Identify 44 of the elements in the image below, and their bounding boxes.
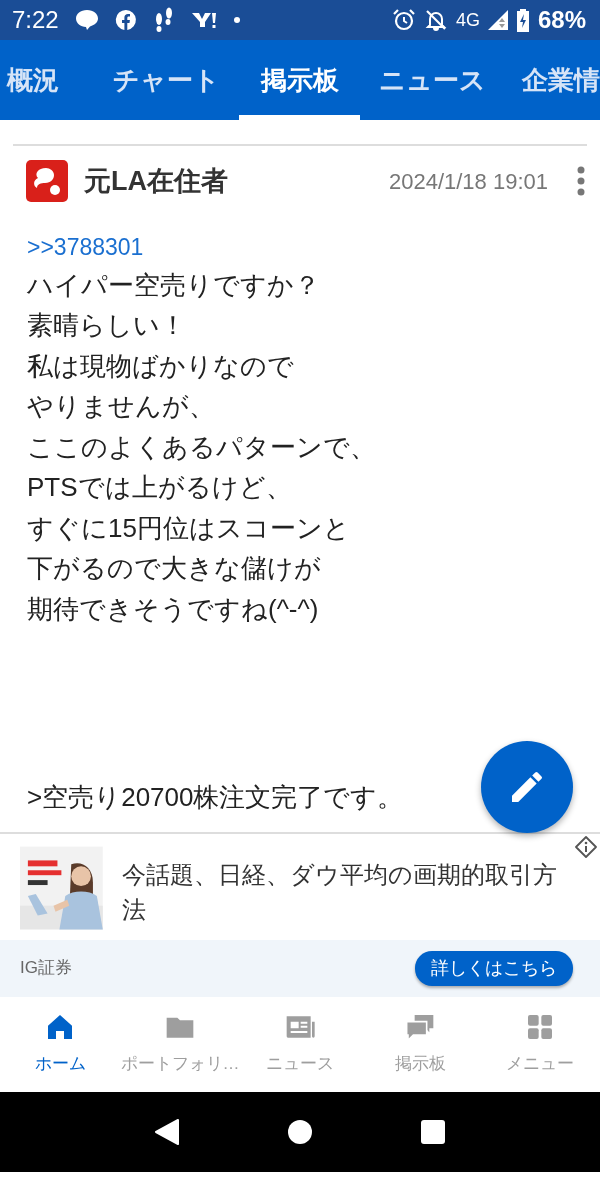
nav-item[interactable]: メニュー xyxy=(480,996,600,1092)
compose-button[interactable] xyxy=(481,741,573,833)
tab[interactable]: ニュース xyxy=(366,40,500,120)
facebook-icon xyxy=(114,9,137,31)
nav-item[interactable]: ポートフォリ… xyxy=(120,996,240,1092)
post-text-line: 素晴らしい！ xyxy=(27,309,187,342)
post-text-line: 期待できそうですね(^-^) xyxy=(27,592,320,626)
post-text-line: ここのよくあるパターンで、 xyxy=(27,430,377,464)
post-text-line: PTSでは上がるけど、 xyxy=(27,471,293,504)
post-text-line: ハイパー空売りですか？ xyxy=(27,268,321,302)
post-text-line: 下がるので大きな儲けが xyxy=(27,552,322,585)
post-date: 2024/1/18 19:01 xyxy=(388,167,548,196)
nav-item[interactable]: ニュース xyxy=(240,996,360,1092)
more-options-icon[interactable] xyxy=(576,166,586,196)
dot-icon xyxy=(232,16,241,24)
chat-bubble-icon xyxy=(74,9,99,31)
author-name: 元LA在住者 xyxy=(84,164,228,198)
sponsor-name: IG証券 xyxy=(20,957,72,980)
tab[interactable]: 概況 xyxy=(0,40,100,120)
muted-bell-icon xyxy=(423,8,448,32)
tab[interactable]: 掲示板 xyxy=(233,40,367,120)
reply-link[interactable]: >>3788301 xyxy=(27,234,144,260)
battery-text: 68% xyxy=(537,5,586,35)
info-icon xyxy=(575,835,597,858)
alarm-icon xyxy=(391,8,416,32)
post-text-line: すぐに15円位はスコーンと xyxy=(27,511,351,545)
back-button[interactable] xyxy=(154,1117,180,1146)
tab[interactable]: 企業情 xyxy=(499,40,600,120)
clock-text: 7:22 xyxy=(12,5,59,35)
tab[interactable]: チャート xyxy=(99,40,233,120)
home-button[interactable] xyxy=(287,1118,313,1145)
nav-item[interactable]: ホーム xyxy=(0,996,120,1092)
network-text: 4G xyxy=(455,8,480,32)
quoted-text: >空売り20700株注文完了です。 xyxy=(27,781,404,814)
signal-icon xyxy=(487,9,508,31)
battery-icon xyxy=(515,8,530,32)
avatar-icon xyxy=(26,160,68,202)
details-button[interactable]: 詳しくはこちら xyxy=(415,950,573,986)
nav-item[interactable]: 掲示板 xyxy=(360,996,480,1092)
exclamation-logo-icon xyxy=(190,11,217,29)
ad-headline[interactable]: 今話題、日経、ダウ平均の画期的取引方法 xyxy=(121,856,580,927)
post-text-line: 私は現物ばかりなので xyxy=(27,349,295,383)
recents-button[interactable] xyxy=(420,1118,446,1145)
post-text-line: やりませんが、 xyxy=(27,390,216,423)
